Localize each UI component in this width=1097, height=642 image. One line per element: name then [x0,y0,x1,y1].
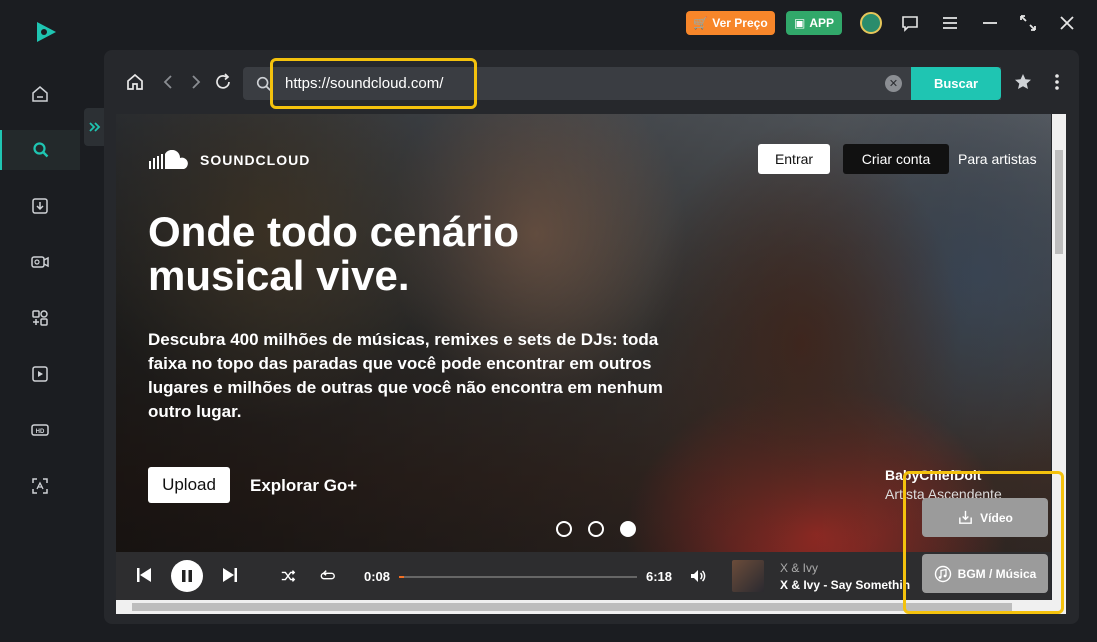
double-chevron-right-icon [89,122,101,132]
hero-headline: Onde todo cenário musical vive. [148,208,520,299]
home-icon [32,86,48,102]
cart-icon: 🛒 [693,16,709,30]
more-vertical-icon[interactable] [1046,71,1068,93]
progress-fill [399,576,404,578]
vertical-scrollbar[interactable] [1052,114,1066,600]
player-bar: 0:08 6:18 X & Ivy X & Ivy - Say Somethin… [116,552,1051,600]
ai-scan-icon [32,478,48,494]
forward-icon[interactable] [184,71,206,93]
carousel-dot[interactable] [556,521,572,537]
back-icon[interactable] [158,71,180,93]
browser-window: https://soundcloud.com/ ✕ Buscar SOUNDCL… [104,50,1079,624]
avatar[interactable] [860,12,882,34]
time-current: 0:08 [364,569,391,584]
app-label: APP [809,16,835,30]
para-artistas-link[interactable]: Para artistas [958,151,1037,167]
brand-name: SOUNDCLOUD [200,152,311,168]
hd-icon: HD [31,424,49,436]
bgm-download-label: BGM / Música [957,566,1037,581]
home-nav-icon[interactable] [124,71,146,93]
sidebar-item-home[interactable] [0,74,80,114]
download-icon [959,510,973,524]
vertical-scroll-thumb[interactable] [1055,150,1063,254]
volume-icon[interactable] [689,567,707,585]
close-icon[interactable] [1056,12,1078,34]
sidebar: HD [0,0,92,642]
track-artist[interactable]: X & Ivy [780,561,818,575]
minimize-icon[interactable] [979,12,1001,34]
sidebar-item-download[interactable] [0,186,80,226]
video-download-button[interactable]: Vídeo [922,498,1048,537]
maximize-icon[interactable] [1017,12,1039,34]
download-icon [32,198,48,214]
message-icon[interactable] [899,12,921,34]
carousel-dots [556,521,636,537]
search-icon [256,76,271,91]
soundcloud-cloud-icon [149,150,188,169]
bgm-download-button[interactable]: BGM / Música [922,554,1048,593]
criar-conta-button[interactable]: Criar conta [843,144,949,174]
app-logo [33,19,59,45]
pause-button[interactable] [171,560,203,592]
video-edit-icon [32,366,48,382]
featured-artist-name[interactable]: BabyChiefDoit [885,467,981,483]
explorar-go-link[interactable]: Explorar Go+ [250,476,357,496]
clear-url-icon[interactable]: ✕ [885,75,902,92]
video-download-label: Vídeo [980,510,1013,525]
sidebar-item-ai-scan[interactable] [0,466,80,506]
svg-text:HD: HD [36,429,45,435]
track-thumbnail[interactable] [732,560,764,592]
hero-description: Descubra 400 milhões de músicas, remixes… [148,330,663,421]
upload-button[interactable]: Upload [148,467,230,503]
sidebar-expand-button[interactable] [84,108,106,146]
previous-icon[interactable] [134,565,154,585]
repeat-icon[interactable] [320,568,336,584]
soundcloud-logo[interactable]: SOUNDCLOUD [148,150,310,170]
sidebar-item-search[interactable] [0,130,80,170]
next-icon[interactable] [220,565,240,585]
video-convert-icon [31,256,49,268]
search-icon [33,142,49,158]
tools-icon [32,310,48,326]
music-icon [934,565,951,582]
ver-preco-label: Ver Preço [712,16,768,30]
app-button[interactable]: ▣ APP [786,11,842,35]
carousel-dot[interactable] [588,521,604,537]
sidebar-item-hd[interactable]: HD [0,410,80,450]
sidebar-item-video-edit[interactable] [0,354,80,394]
progress-bar[interactable] [399,576,637,578]
star-icon[interactable] [1012,71,1034,93]
ver-preco-button[interactable]: 🛒 Ver Preço [686,11,775,35]
entrar-button[interactable]: Entrar [758,144,830,174]
url-input[interactable]: https://soundcloud.com/ [285,75,443,92]
refresh-icon[interactable] [212,71,234,93]
buscar-button[interactable]: Buscar [911,67,1001,100]
soundcloud-page: SOUNDCLOUD Entrar Criar conta Para artis… [116,114,1051,600]
time-total: 6:18 [646,569,673,584]
app-icon: ▣ [793,16,806,30]
browser-navbar: https://soundcloud.com/ ✕ Buscar [104,50,1079,114]
carousel-dot-active[interactable] [620,521,636,537]
menu-icon[interactable] [939,12,961,34]
track-title[interactable]: X & Ivy - Say Something [780,578,910,592]
sidebar-item-tools[interactable] [0,298,80,338]
horizontal-scrollbar[interactable] [116,600,1066,614]
pause-icon [182,570,192,582]
horizontal-scroll-thumb[interactable] [132,603,1012,611]
url-bar[interactable]: https://soundcloud.com/ ✕ [243,67,1001,100]
shuffle-icon[interactable] [280,568,296,584]
sidebar-item-video-convert[interactable] [0,242,80,282]
